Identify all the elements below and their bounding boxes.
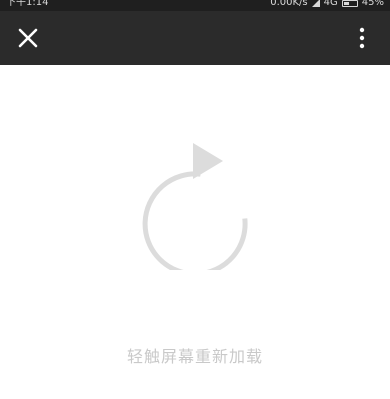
signal-icon bbox=[311, 0, 320, 7]
network-type: 4G bbox=[323, 0, 338, 8]
network-speed: 0.00K/s bbox=[270, 0, 308, 8]
more-options-button[interactable] bbox=[342, 18, 382, 58]
top-nav-bar bbox=[0, 11, 390, 65]
close-button[interactable] bbox=[8, 18, 48, 58]
webview-screen: 下午1:14 0.00K/s 4G 45% 轻触屏幕重新加载 bbox=[0, 0, 390, 399]
refresh-icon bbox=[142, 143, 248, 270]
reload-hint-text: 轻触屏幕重新加载 bbox=[126, 347, 263, 366]
battery-percent: 45% bbox=[361, 0, 384, 8]
status-time: 下午1:14 bbox=[6, 0, 49, 8]
battery-icon bbox=[341, 0, 358, 7]
more-vertical-icon bbox=[359, 27, 365, 49]
close-icon bbox=[18, 28, 38, 48]
battery-fill bbox=[343, 1, 349, 5]
reload-area[interactable]: 轻触屏幕重新加载 bbox=[0, 65, 390, 399]
status-bar: 下午1:14 0.00K/s 4G 45% bbox=[0, 0, 390, 11]
status-indicators: 0.00K/s 4G 45% bbox=[270, 0, 384, 8]
